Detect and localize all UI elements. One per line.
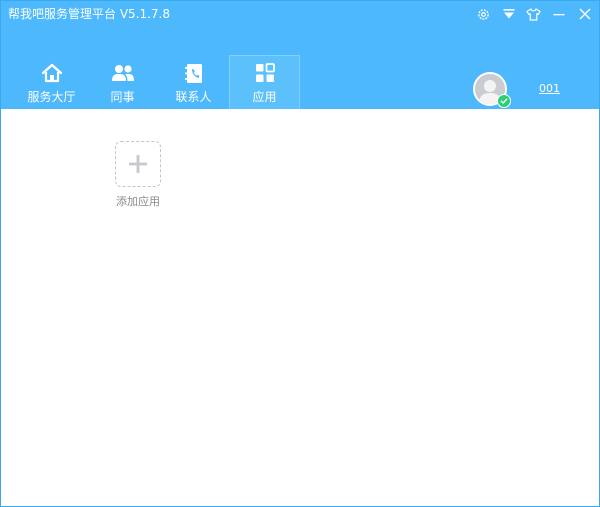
add-app-button[interactable]: 添加应用 [107, 141, 169, 208]
add-app-tile[interactable] [115, 141, 161, 187]
tab-contacts[interactable]: 联系人 [158, 55, 229, 109]
colleagues-icon [111, 63, 135, 83]
app-window: 帮我吧服务管理平台 V5.1.7.8 服务大厅 同事 联系人 应用 001 添加… [0, 0, 600, 507]
window-title: 帮我吧服务管理平台 V5.1.7.8 [8, 7, 171, 21]
apps-grid-icon [255, 63, 275, 83]
header-bar[interactable]: 帮我吧服务管理平台 V5.1.7.8 服务大厅 同事 联系人 应用 001 [1, 1, 599, 109]
tab-label: 同事 [110, 90, 135, 104]
tab-apps[interactable]: 应用 [229, 55, 300, 109]
online-check-icon [497, 94, 511, 108]
tab-label: 应用 [252, 90, 277, 104]
home-icon [41, 63, 63, 83]
tab-colleagues[interactable]: 同事 [87, 55, 158, 109]
plus-icon [129, 155, 147, 173]
dropdown-menu-icon[interactable] [500, 5, 518, 23]
username-link[interactable]: 001 [539, 82, 560, 95]
apps-panel: 添加应用 [1, 109, 599, 506]
tab-service-hall[interactable]: 服务大厅 [16, 55, 87, 109]
main-nav: 服务大厅 同事 联系人 应用 [16, 55, 300, 109]
tab-label: 服务大厅 [27, 90, 76, 104]
skin-shirt-icon[interactable] [524, 5, 542, 23]
add-app-label: 添加应用 [116, 195, 160, 208]
tab-label: 联系人 [175, 90, 212, 104]
minimize-icon[interactable] [550, 5, 568, 23]
close-icon[interactable] [576, 5, 594, 23]
contacts-book-icon [184, 63, 204, 83]
user-avatar-button[interactable] [473, 72, 511, 108]
settings-icon[interactable] [474, 5, 492, 23]
window-controls [474, 5, 594, 23]
